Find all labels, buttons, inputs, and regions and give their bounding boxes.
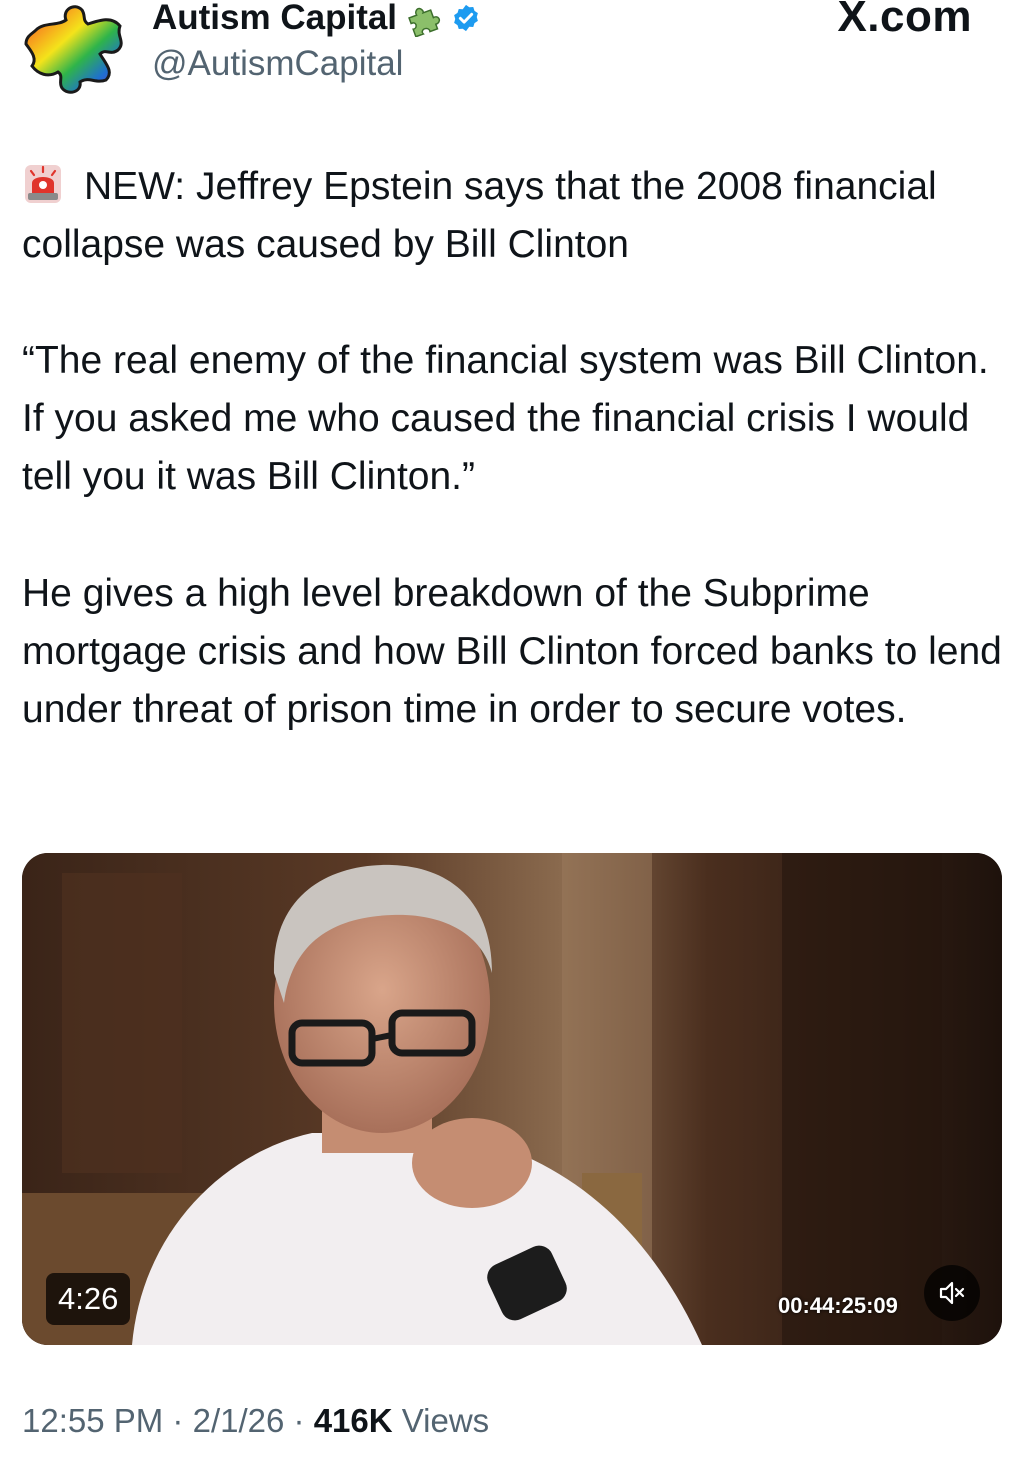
speaker-muted-icon	[939, 1281, 965, 1305]
meta-separator: ·	[293, 1402, 305, 1439]
video-timecode: 00:44:25:09	[778, 1293, 898, 1318]
tweet-paragraph-3: He gives a high level breakdown of the S…	[22, 572, 1002, 731]
tweet-date[interactable]: 2/1/26	[193, 1402, 285, 1439]
puzzle-piece-icon	[408, 7, 441, 37]
tweet-meta: 12:55 PM · 2/1/26 · 416K Views	[22, 1402, 489, 1440]
tweet-time[interactable]: 12:55 PM	[22, 1402, 163, 1439]
verified-badge-icon	[454, 4, 478, 32]
tweet-paragraph-2: “The real enemy of the financial system …	[22, 339, 989, 498]
video-duration: 4:26	[46, 1273, 131, 1325]
rainbow-puzzle-piece-icon	[24, 5, 123, 94]
mute-button[interactable]	[924, 1265, 980, 1321]
tweet-text-1: NEW: Jeffrey Epstein says that the 2008 …	[22, 165, 937, 266]
meta-separator: ·	[172, 1402, 184, 1439]
avatar[interactable]	[22, 0, 134, 98]
views-count: 416K	[313, 1402, 393, 1439]
site-label: X.com	[837, 0, 972, 41]
views-label: Views	[401, 1402, 490, 1439]
video-thumbnail	[22, 853, 1002, 1345]
author-name-row: Autism Capital	[152, 0, 481, 42]
video-player[interactable]: 4:26 00:44:25:09	[22, 853, 1002, 1345]
tweet-paragraph-1: NEW: Jeffrey Epstein says that the 2008 …	[22, 158, 1002, 274]
police-siren-icon	[25, 165, 61, 203]
author-display-name[interactable]: Autism Capital	[152, 0, 397, 38]
author-handle[interactable]: @AutismCapital	[152, 44, 403, 84]
